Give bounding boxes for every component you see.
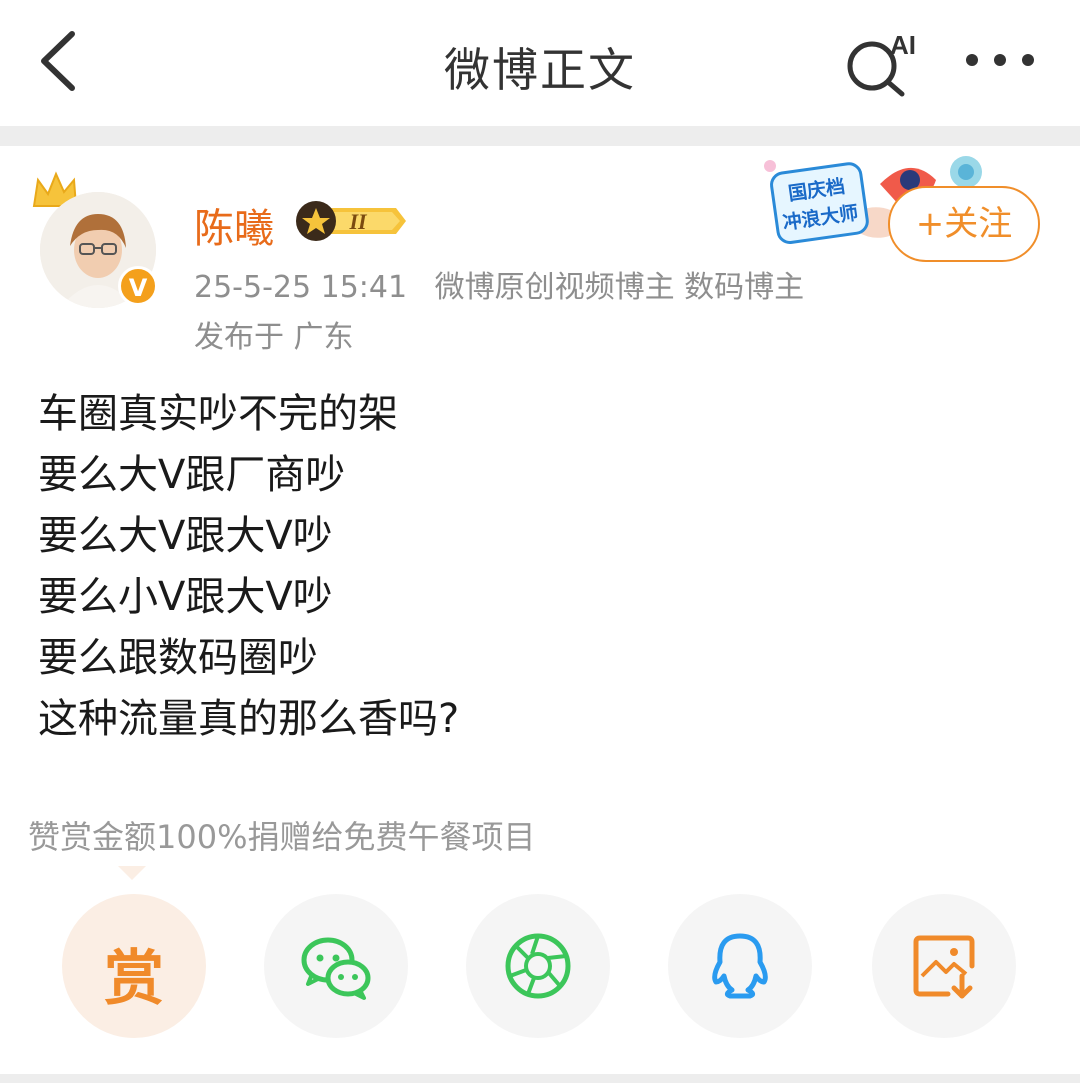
post-line: 这种流量真的那么香吗? [38, 696, 460, 742]
moments-icon [505, 933, 571, 999]
ai-search-icon[interactable]: AI [840, 28, 924, 98]
rank-badge-icon[interactable]: II [292, 198, 410, 244]
post-time: 25-5-25 15:41 [194, 270, 408, 305]
reward-button[interactable]: 赏 [62, 894, 206, 1038]
share-moments-button[interactable] [466, 894, 610, 1038]
save-image-icon [913, 935, 975, 999]
share-wechat-button[interactable] [264, 894, 408, 1038]
follow-button[interactable]: +关注 [888, 186, 1040, 262]
author-tags: 微博原创视频博主 数码博主 [434, 270, 805, 305]
section-divider [0, 126, 1080, 146]
post-content: 车圈真实吵不完的架 要么大V跟厂商吵 要么大V跟大V吵 要么小V跟大V吵 要么跟… [38, 384, 459, 750]
reward-note: 赞赏金额100%捐赠给免费午餐项目 [28, 818, 536, 856]
top-nav-bar: 微博正文 AI [0, 0, 1080, 124]
post-line: 要么大V跟大V吵 [38, 513, 333, 559]
wechat-icon [301, 937, 371, 1000]
post-location: 发布于 广东 [194, 320, 354, 355]
post-line: 要么大V跟厂商吵 [38, 452, 346, 498]
save-image-button[interactable] [872, 894, 1016, 1038]
reward-pointer [118, 866, 146, 880]
post-line: 车圈真实吵不完的架 [38, 391, 398, 437]
more-options-icon[interactable] [960, 40, 1040, 80]
qq-icon [712, 933, 768, 999]
rank-label: II [348, 209, 368, 234]
bottom-divider [0, 1074, 1080, 1083]
share-qq-button[interactable] [668, 894, 812, 1038]
post-line: 要么跟数码圈吵 [38, 635, 318, 681]
ai-label: AI [890, 30, 916, 60]
post-meta: 25-5-25 15:41 微博原创视频博主 数码博主 [194, 262, 822, 306]
verified-badge: V [118, 266, 158, 306]
post-line: 要么小V跟大V吵 [38, 574, 333, 620]
reward-label: 赏 [104, 944, 164, 1014]
author-name[interactable]: 陈曦 [194, 196, 274, 254]
